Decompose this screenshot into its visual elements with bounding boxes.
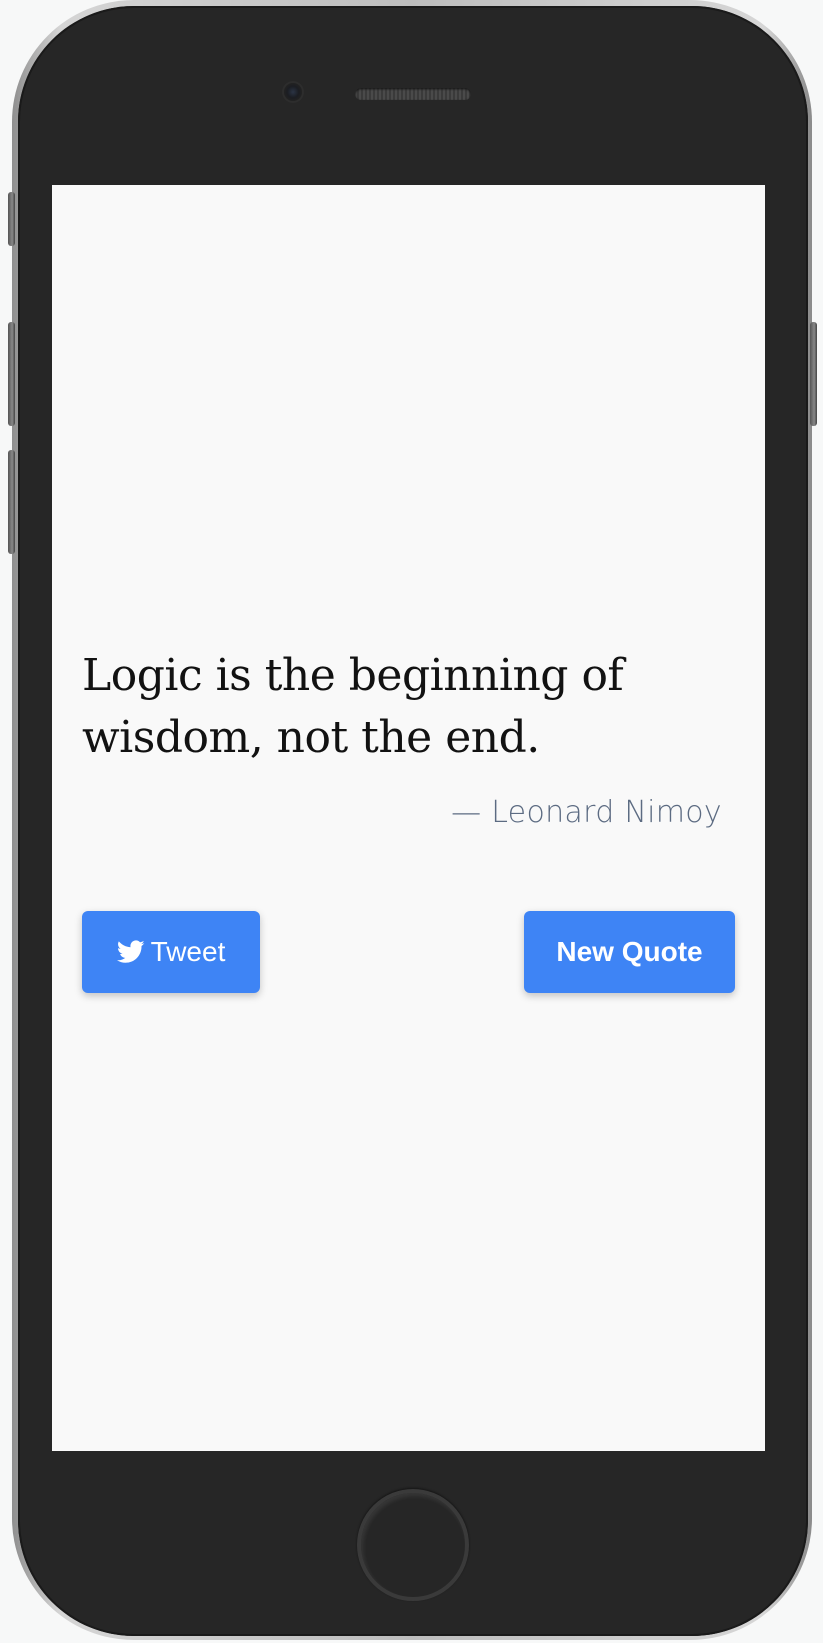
phone-screen: Logic is the beginning of wisdom, not th…	[52, 185, 765, 1451]
volume-up-button	[8, 322, 15, 426]
home-button	[357, 1489, 469, 1601]
mute-switch	[8, 192, 15, 246]
tweet-button[interactable]: Tweet	[82, 911, 260, 993]
quote-text: Logic is the beginning of wisdom, not th…	[82, 650, 624, 763]
volume-down-button	[8, 450, 15, 554]
speaker-grille	[355, 88, 471, 100]
twitter-icon	[116, 940, 145, 964]
quote-author: — Leonard Nimoy	[451, 795, 722, 830]
power-button	[810, 322, 817, 426]
camera-icon	[284, 83, 302, 101]
new-quote-button[interactable]: New Quote	[524, 911, 735, 993]
tweet-button-label: Tweet	[150, 936, 226, 967]
